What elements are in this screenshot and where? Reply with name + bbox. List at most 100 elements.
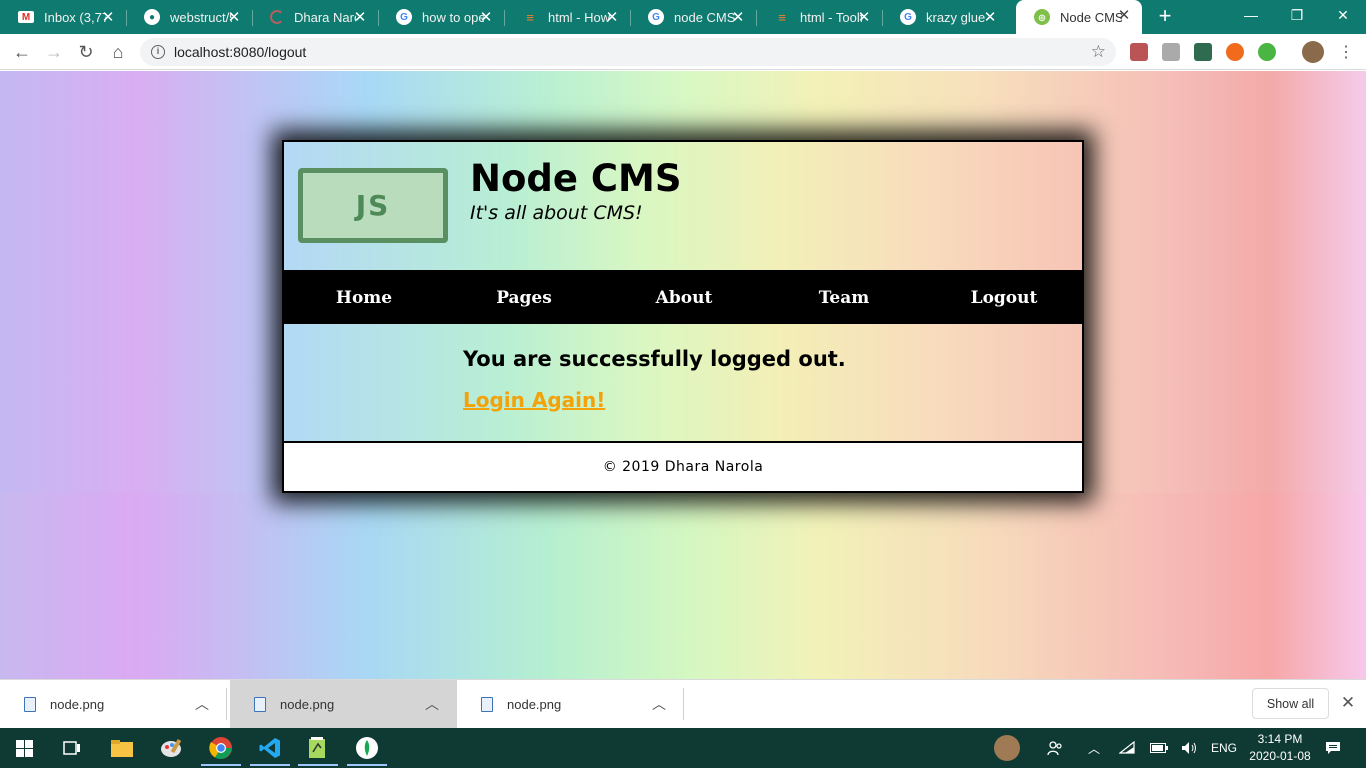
tab-dhara[interactable]: Dhara Naro ✕ [252, 2, 379, 32]
chevron-up-icon[interactable]: ︿ [652, 694, 666, 714]
close-icon[interactable]: ✕ [604, 8, 620, 26]
page-viewport: JS Node CMS It's all about CMS! Home Pag… [0, 71, 1366, 679]
google-icon: G [396, 9, 412, 25]
chevron-up-icon[interactable]: ︿ [195, 694, 209, 714]
stackoverflow-icon: ≡ [778, 9, 786, 25]
minimize-icon[interactable]: — [1228, 0, 1274, 30]
vscode-icon[interactable] [246, 730, 294, 766]
nav-pages[interactable]: Pages [444, 271, 604, 324]
task-view-icon[interactable] [48, 730, 96, 766]
language-indicator[interactable]: ENG [1208, 728, 1240, 768]
tab-title: Dhara Naro [294, 9, 356, 25]
github-icon: ● [144, 9, 160, 25]
site-header: JS Node CMS It's all about CMS! [284, 142, 1082, 270]
site-footer: © 2019 Dhara Narola [284, 443, 1082, 491]
forward-icon[interactable]: → [42, 40, 66, 64]
close-icon[interactable]: ✕ [730, 8, 746, 26]
show-all-button[interactable]: Show all [1252, 688, 1329, 719]
windows-start-icon[interactable] [0, 730, 48, 766]
user-avatar-icon[interactable] [990, 728, 1024, 768]
pdf-extension-icon[interactable] [1130, 43, 1148, 61]
close-icon[interactable]: ✕ [1116, 6, 1132, 24]
tab-title: html - Toolt [800, 9, 862, 25]
nav-home[interactable]: Home [284, 271, 444, 324]
back-icon[interactable]: ← [10, 40, 34, 64]
wifi-icon[interactable] [1114, 728, 1140, 768]
browser-toolbar: ← → ↻ ⌂ i localhost:8080/logout ☆ ⋮ [0, 34, 1366, 70]
bookmark-star-icon[interactable]: ☆ [1091, 42, 1106, 62]
notepad-plus-plus-icon[interactable] [294, 730, 342, 766]
image-file-icon [254, 696, 266, 712]
restore-icon[interactable]: ❐ [1274, 0, 1320, 30]
chevron-up-icon[interactable]: ︿ [425, 694, 439, 714]
battery-icon[interactable] [1146, 728, 1172, 768]
volume-icon[interactable] [1178, 728, 1202, 768]
close-icon[interactable]: ✕ [352, 8, 368, 26]
new-tab-button[interactable]: + [1154, 5, 1176, 28]
image-file-icon [481, 696, 493, 712]
tab-title: html - How [548, 9, 610, 25]
close-icon[interactable]: ✕ [856, 8, 872, 26]
close-window-icon[interactable]: ✕ [1320, 0, 1366, 30]
url-text[interactable]: localhost:8080/logout [174, 44, 306, 60]
tab-how-to-open[interactable]: G how to ope ✕ [378, 2, 505, 32]
windows-taskbar: ︿ ENG 3:14 PM 2020-01-08 [0, 728, 1366, 768]
reload-icon[interactable]: ↻ [74, 40, 98, 64]
js-logo: JS [298, 168, 448, 243]
image-file-icon [24, 696, 36, 712]
shield-extension-icon[interactable] [1258, 43, 1276, 61]
home-icon[interactable]: ⌂ [106, 40, 130, 64]
close-download-bar-icon[interactable]: ✕ [1339, 693, 1357, 713]
close-icon[interactable]: ✕ [226, 8, 242, 26]
stackoverflow-icon: ≡ [526, 9, 534, 25]
paint-icon[interactable] [148, 730, 196, 766]
download-item[interactable]: node.png ︿ [0, 680, 227, 728]
close-icon[interactable]: ✕ [982, 8, 998, 26]
download-filename: node.png [507, 696, 562, 712]
logo-text: JS [355, 189, 391, 222]
clock[interactable]: 3:14 PM 2020-01-08 [1242, 731, 1318, 765]
nav-logout[interactable]: Logout [924, 271, 1084, 324]
login-again-link[interactable]: Login Again! [463, 388, 605, 412]
mongodb-compass-icon[interactable] [343, 730, 391, 766]
tab-node-cms-active[interactable]: ◎ Node CMS ✕ [1016, 0, 1142, 34]
tab-title: node CMS [674, 9, 736, 25]
site-tagline: It's all about CMS! [470, 202, 643, 224]
fire-extension-icon[interactable] [1226, 43, 1244, 61]
close-icon[interactable]: ✕ [478, 8, 494, 26]
close-icon[interactable]: ✕ [100, 8, 116, 26]
download-item[interactable]: node.png ︿ [457, 680, 684, 728]
tab-strip: M Inbox (3,77 ✕ ● webstruct/9 ✕ Dhara Na… [0, 0, 1366, 34]
tab-krazy-glue[interactable]: G krazy glue r ✕ [882, 2, 1008, 32]
clock-date: 2020-01-08 [1249, 749, 1311, 763]
site-nav: Home Pages About Team Logout [284, 271, 1082, 324]
people-icon[interactable] [1040, 728, 1070, 768]
info-icon[interactable]: i [151, 45, 165, 59]
chrome-icon[interactable] [197, 730, 245, 766]
address-bar[interactable]: i localhost:8080/logout ☆ [140, 38, 1116, 66]
tab-title: Inbox (3,77 [44, 9, 106, 25]
tab-title: how to ope [422, 9, 484, 25]
download-bar: node.png ︿ node.png ︿ node.png ︿ Show al… [0, 679, 1366, 728]
tab-html-how[interactable]: ≡ html - How ✕ [504, 2, 631, 32]
tab-gmail[interactable]: M Inbox (3,77 ✕ [0, 2, 127, 32]
content-area: You are successfully logged out. Login A… [284, 324, 1082, 441]
tab-node-cms-search[interactable]: G node CMS ✕ [630, 2, 757, 32]
chevron-up-icon[interactable]: ︿ [1082, 728, 1106, 768]
clock-time: 3:14 PM [1257, 732, 1303, 746]
tab-title: Node CMS [1060, 9, 1122, 25]
file-explorer-icon[interactable] [98, 730, 146, 766]
profile-avatar[interactable] [1302, 41, 1324, 63]
extension-icon[interactable] [1162, 43, 1180, 61]
tab-github[interactable]: ● webstruct/9 ✕ [126, 2, 253, 32]
menu-icon[interactable]: ⋮ [1334, 40, 1358, 64]
tab-html-tooltip[interactable]: ≡ html - Toolt ✕ [756, 2, 883, 32]
cast-extension-icon[interactable] [1194, 43, 1212, 61]
site-title: Node CMS [470, 157, 682, 200]
node-cms-icon: ◎ [1034, 9, 1050, 25]
nav-about[interactable]: About [604, 271, 764, 324]
download-item[interactable]: node.png ︿ [230, 680, 457, 728]
google-icon: G [648, 9, 664, 25]
nav-team[interactable]: Team [764, 271, 924, 324]
notifications-icon[interactable] [1320, 728, 1346, 768]
